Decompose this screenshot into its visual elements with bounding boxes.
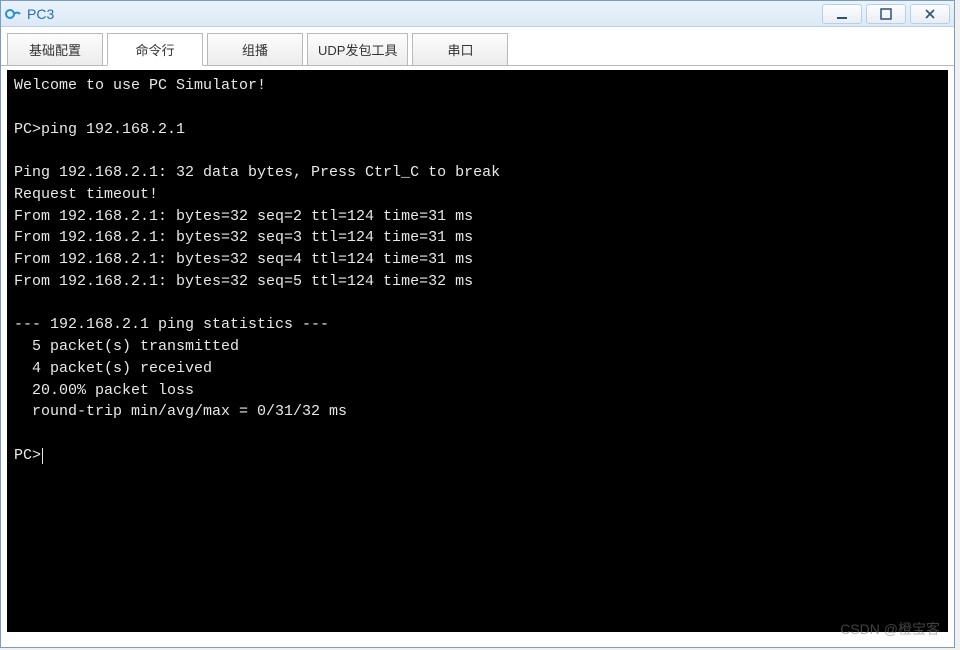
close-button[interactable]: [910, 4, 950, 24]
terminal-cursor: [42, 448, 43, 464]
tab-command-line[interactable]: 命令行: [107, 33, 203, 66]
maximize-button[interactable]: [866, 4, 906, 24]
maximize-icon: [880, 8, 892, 20]
tab-serial[interactable]: 串口: [412, 33, 508, 66]
titlebar: PC3: [1, 1, 954, 27]
tab-basic-config[interactable]: 基础配置: [7, 33, 103, 66]
window-controls: [818, 4, 950, 24]
tab-udp-packet-tool[interactable]: UDP发包工具: [307, 33, 408, 66]
close-icon: [924, 8, 936, 20]
window-title: PC3: [27, 6, 818, 22]
minimize-button[interactable]: [822, 4, 862, 24]
minimize-icon: [836, 8, 848, 20]
app-window: PC3 基础配置 命令行 组播 UDP发包工具 串口 Welcome to us…: [0, 0, 955, 648]
terminal[interactable]: Welcome to use PC Simulator! PC>ping 192…: [8, 71, 947, 631]
app-icon: [5, 6, 21, 22]
tab-multicast[interactable]: 组播: [207, 33, 303, 66]
tab-bar: 基础配置 命令行 组播 UDP发包工具 串口: [1, 27, 954, 66]
terminal-container: Welcome to use PC Simulator! PC>ping 192…: [7, 70, 948, 632]
